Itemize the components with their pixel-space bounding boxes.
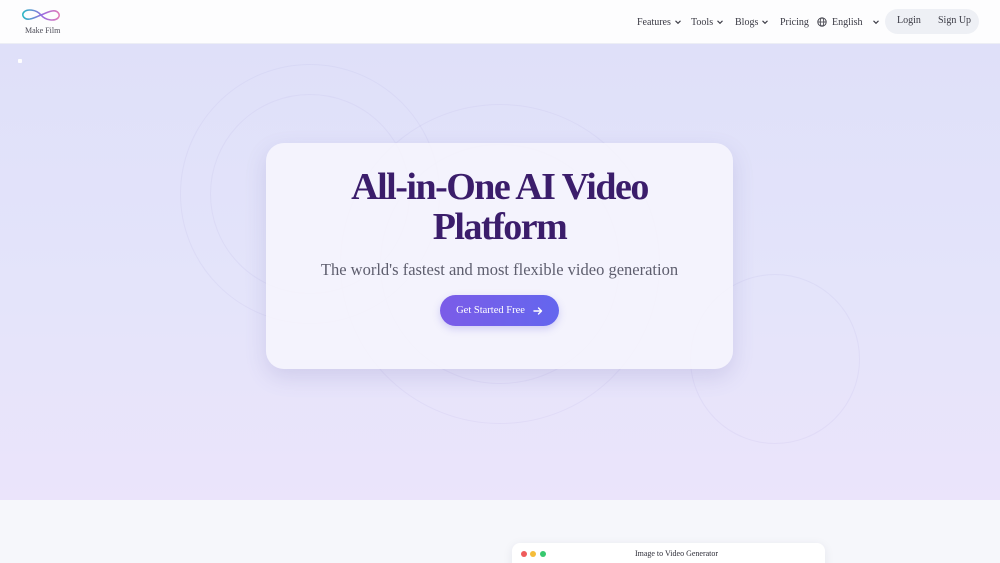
features-section: Image to Video Generator <box>0 500 1000 563</box>
brand-name: Make Film <box>25 26 61 35</box>
decorative-dot <box>18 59 22 63</box>
top-navbar: Make Film Features Tools Blogs Pricing E… <box>0 0 1000 44</box>
language-label: English <box>832 16 863 28</box>
hero-title-line1: All-in-One AI Video <box>351 166 649 208</box>
nav-features-label: Features <box>637 16 671 28</box>
chevron-down-icon <box>675 20 681 25</box>
generator-preview-window: Image to Video Generator <box>512 543 825 563</box>
preview-window-title: Image to Video Generator <box>634 549 719 558</box>
nav-tools[interactable]: Tools <box>691 15 724 29</box>
nav-pricing-label: Pricing <box>780 16 809 28</box>
hero-section: All-in-One AI Video Platform The world's… <box>0 44 1000 500</box>
globe-icon <box>817 17 827 27</box>
hero-title-line2: Platform <box>432 206 568 248</box>
signup-button[interactable]: Sign Up <box>938 15 971 26</box>
chevron-down-icon <box>872 20 879 25</box>
get-started-button[interactable]: Get Started Free <box>440 295 559 326</box>
chevron-down-icon <box>762 20 769 25</box>
infinity-logo-icon <box>22 9 60 21</box>
chevron-down-icon <box>717 20 723 25</box>
hero-subtitle: The world's fastest and most flexible vi… <box>320 260 679 279</box>
nav-blogs[interactable]: Blogs <box>735 15 769 29</box>
get-started-label: Get Started Free <box>456 305 525 316</box>
arrow-right-icon <box>533 306 543 315</box>
nav-tools-label: Tools <box>691 16 714 28</box>
nav-pricing[interactable]: Pricing <box>780 15 809 29</box>
brand-logo[interactable]: Make Film <box>18 6 64 38</box>
nav-features[interactable]: Features <box>637 15 682 29</box>
hero-title: All-in-One AI Video Platform <box>266 167 733 247</box>
nav-blogs-label: Blogs <box>735 16 759 28</box>
hero-card: All-in-One AI Video Platform The world's… <box>266 143 733 369</box>
language-selector[interactable]: English <box>817 15 880 29</box>
login-button[interactable]: Login <box>897 15 921 26</box>
